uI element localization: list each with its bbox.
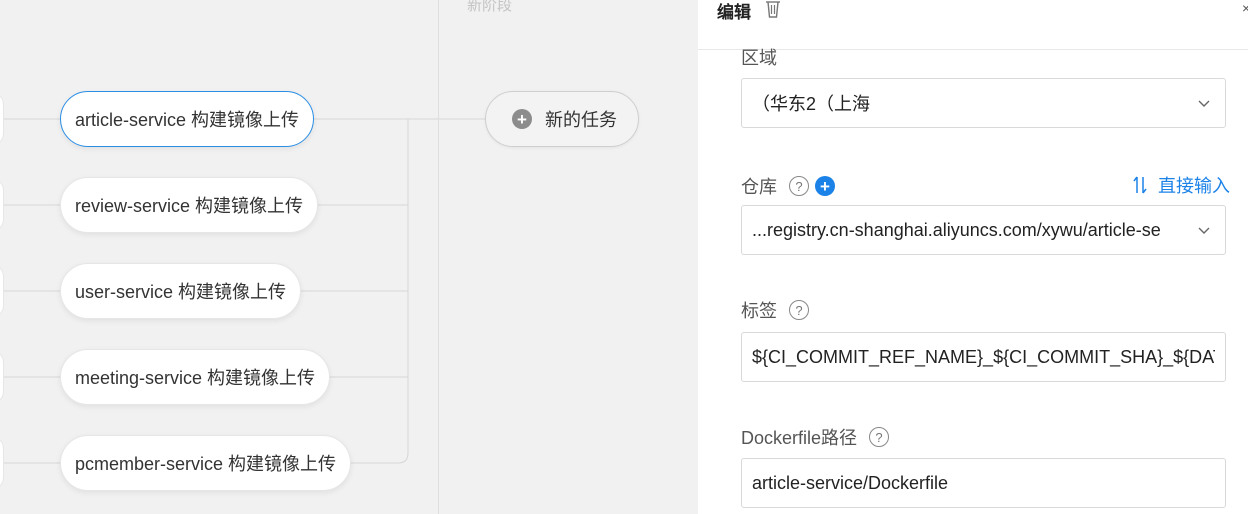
task-label: review-service 构建镜像上传 xyxy=(75,196,304,216)
task-node-review-service[interactable]: review-service 构建镜像上传 xyxy=(60,177,319,233)
trash-icon[interactable] xyxy=(764,0,782,18)
tag-input[interactable]: ${CI_COMMIT_REF_NAME}_${CI_COMMIT_SHA}_$… xyxy=(741,332,1226,382)
task-label: pcmember-service 构建镜像上传 xyxy=(75,454,337,474)
stage-divider xyxy=(438,0,439,514)
task-label: article-service 构建镜像上传 xyxy=(75,110,300,130)
help-icon[interactable]: ? xyxy=(789,300,809,320)
task-node-pcmember-service[interactable]: pcmember-service 构建镜像上传 xyxy=(60,435,352,491)
edit-panel: 编辑 × 区域 （华东2（上海 仓库 ? + 直接输入 ...registry.… xyxy=(698,0,1248,514)
new-task-label: 新的任务 xyxy=(545,110,617,130)
region-value: （华东2（上海 xyxy=(752,94,871,114)
task-node-user-service[interactable]: user-service 构建镜像上传 xyxy=(60,263,302,319)
new-task-button[interactable]: + 新的任务 xyxy=(485,91,639,147)
add-repository-icon[interactable]: + xyxy=(815,176,835,196)
repository-label: 仓库 ? + xyxy=(741,173,835,199)
dockerfile-path-input[interactable]: article-service/Dockerfile xyxy=(741,458,1226,508)
repository-select[interactable]: ...registry.cn-shanghai.aliyuncs.com/xyw… xyxy=(741,205,1226,255)
tag-label: 标签 ? xyxy=(741,297,809,323)
pipeline-canvas: 新阶段 article-service 构建镜像上传 review-servic… xyxy=(0,0,698,514)
close-icon[interactable]: × xyxy=(1242,0,1248,16)
plus-circle-icon: + xyxy=(512,109,532,129)
stage-title: 新阶段 xyxy=(467,0,513,14)
help-icon[interactable]: ? xyxy=(789,176,809,196)
dockerfile-value: article-service/Dockerfile xyxy=(752,472,949,493)
panel-title: 编辑 xyxy=(717,3,751,22)
chevron-down-icon xyxy=(1198,227,1210,234)
task-label: meeting-service 构建镜像上传 xyxy=(75,368,316,388)
tag-label-text: 标签 xyxy=(741,301,777,321)
panel-header: 编辑 × xyxy=(698,0,1248,50)
task-node-article-service[interactable]: article-service 构建镜像上传 xyxy=(60,91,315,147)
dockerfile-label: Dockerfile路径 ? xyxy=(741,424,890,450)
task-node-meeting-service[interactable]: meeting-service 构建镜像上传 xyxy=(60,349,331,405)
dockerfile-label-text: Dockerfile路径 xyxy=(741,428,858,448)
repository-value: ...registry.cn-shanghai.aliyuncs.com/xyw… xyxy=(752,219,1161,240)
region-label-text: 区域 xyxy=(741,48,777,68)
swap-icon xyxy=(1133,176,1147,194)
help-icon[interactable]: ? xyxy=(869,427,890,447)
chevron-down-icon xyxy=(1198,100,1210,107)
direct-input-link[interactable]: 直接输入 xyxy=(1132,172,1230,198)
repository-label-text: 仓库 xyxy=(741,177,777,197)
direct-input-label: 直接输入 xyxy=(1158,176,1230,196)
tag-value: ${CI_COMMIT_REF_NAME}_${CI_COMMIT_SHA}_$… xyxy=(752,346,1215,367)
task-label: user-service 构建镜像上传 xyxy=(75,282,287,302)
region-select[interactable]: （华东2（上海 xyxy=(741,78,1226,128)
region-label: 区域 xyxy=(741,44,777,70)
